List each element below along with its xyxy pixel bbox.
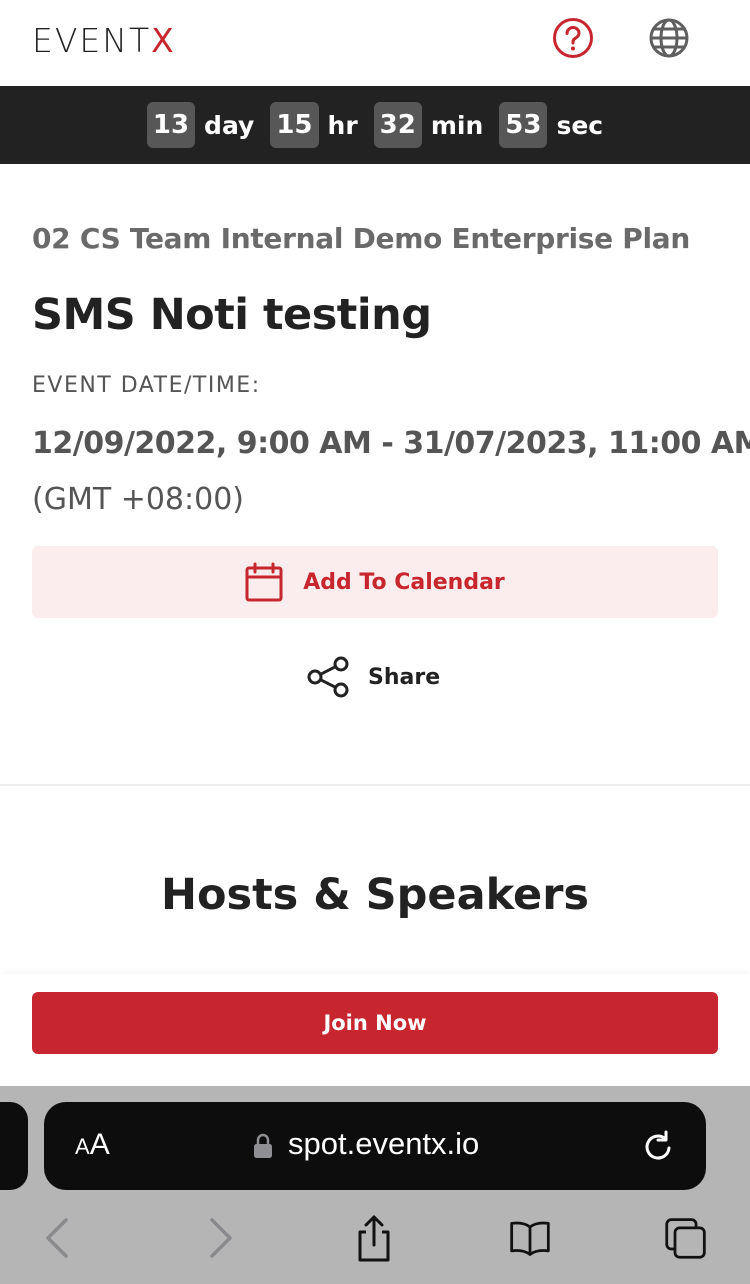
tabs-button[interactable] xyxy=(664,1214,708,1262)
countdown-days-unit: day xyxy=(204,110,255,140)
countdown-minutes-unit: min xyxy=(430,110,484,140)
countdown-hours-value: 15 xyxy=(270,102,319,148)
join-now-button[interactable]: Join Now xyxy=(32,992,718,1054)
countdown-days: 13 day xyxy=(146,102,255,148)
event-timezone: (GMT +08:00) xyxy=(32,482,244,517)
book-icon xyxy=(510,1221,550,1256)
bookmarks-button[interactable] xyxy=(508,1214,552,1262)
language-button[interactable] xyxy=(648,17,690,59)
aa-large: A xyxy=(89,1128,110,1161)
section-divider xyxy=(0,784,750,786)
add-to-calendar-button[interactable]: Add To Calendar xyxy=(32,546,718,618)
countdown-seconds-value: 53 xyxy=(499,102,548,148)
previous-tab-peek[interactable] xyxy=(0,1102,28,1190)
address-bar[interactable]: AA spot.eventx.io xyxy=(44,1102,706,1190)
countdown-minutes: 32 min xyxy=(373,102,484,148)
lock-icon xyxy=(253,1133,273,1159)
chevron-right-icon xyxy=(210,1218,232,1258)
top-header: EVENT X xyxy=(0,0,750,86)
logo-accent: X xyxy=(151,20,176,60)
forward-button[interactable] xyxy=(198,1214,242,1262)
countdown-seconds-unit: sec xyxy=(556,110,604,140)
text-size-button[interactable]: AA xyxy=(75,1128,110,1162)
help-button[interactable] xyxy=(552,17,594,59)
browser-share-button[interactable] xyxy=(352,1214,396,1262)
share-up-icon xyxy=(358,1215,390,1262)
back-button[interactable] xyxy=(36,1214,80,1262)
share-button[interactable]: Share xyxy=(306,654,440,700)
countdown-minutes-value: 32 xyxy=(373,102,422,148)
countdown-bar: 13 day 15 hr 32 min 53 sec xyxy=(0,86,750,164)
question-circle-icon xyxy=(553,18,593,58)
organizer-name: 02 CS Team Internal Demo Enterprise Plan xyxy=(32,222,691,255)
reload-icon[interactable] xyxy=(642,1128,678,1164)
countdown-hours: 15 hr xyxy=(270,102,358,148)
event-date-range: 12/09/2022, 9:00 AM - 31/07/2023, 11:00 … xyxy=(32,426,750,461)
page: EVENT X 13 day 15 hr 32 min 53 sec 02 CS… xyxy=(0,0,750,1284)
url-text[interactable]: spot.eventx.io xyxy=(288,1126,479,1162)
join-bar: Join Now xyxy=(0,974,750,1086)
globe-icon xyxy=(649,18,689,58)
share-label: Share xyxy=(368,664,441,690)
hosts-speakers-heading: Hosts & Speakers xyxy=(160,870,590,920)
chevron-left-icon xyxy=(46,1218,68,1258)
countdown-days-value: 13 xyxy=(146,102,196,148)
event-title: SMS Noti testing xyxy=(32,290,432,340)
countdown-hours-unit: hr xyxy=(327,110,358,140)
calendar-icon xyxy=(245,562,283,602)
logo-text: EVENT xyxy=(32,20,152,60)
add-to-calendar-label: Add To Calendar xyxy=(303,569,505,595)
share-icon xyxy=(306,655,350,699)
tabs-icon xyxy=(665,1218,706,1259)
aa-small: A xyxy=(75,1134,90,1159)
event-date-label: EVENT DATE/TIME: xyxy=(32,373,261,398)
eventx-logo[interactable]: EVENT X xyxy=(32,20,176,60)
browser-chrome: AA spot.eventx.io xyxy=(0,1086,750,1284)
countdown-seconds: 53 sec xyxy=(499,102,603,148)
